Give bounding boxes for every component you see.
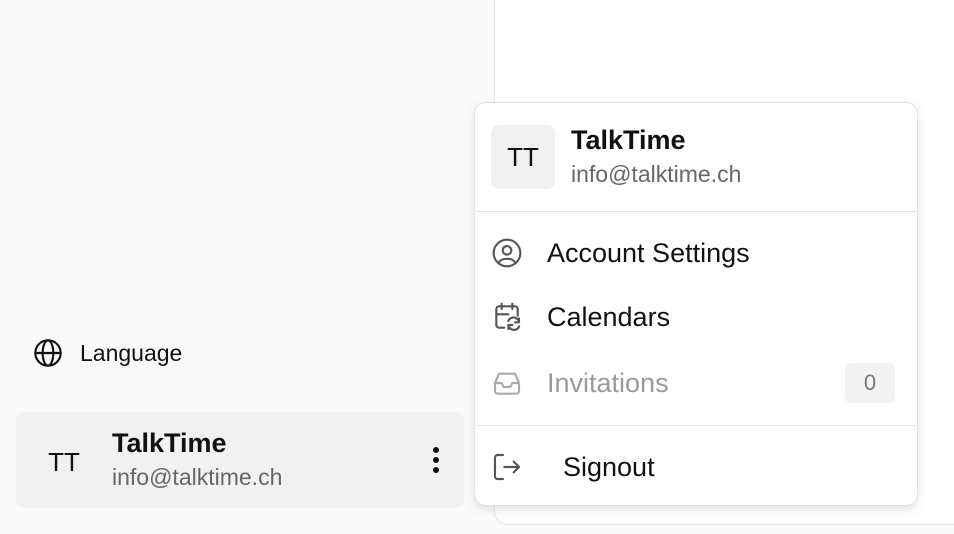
menu-avatar: TT xyxy=(491,125,555,189)
more-vertical-icon xyxy=(433,447,439,473)
user-circle-icon xyxy=(492,238,522,268)
sidebar: Language TT TalkTime info@talktime.ch xyxy=(0,0,494,534)
invitations-count-badge: 0 xyxy=(845,363,895,403)
account-menu: TT TalkTime info@talktime.ch Account Set… xyxy=(474,102,918,506)
menu-item-account-settings[interactable]: Account Settings xyxy=(491,229,903,277)
inbox-icon xyxy=(493,372,521,395)
menu-item-calendars[interactable]: Calendars xyxy=(491,293,903,341)
menu-divider xyxy=(475,425,917,426)
user-account-button[interactable]: TT TalkTime info@talktime.ch xyxy=(16,412,464,508)
signout-label: Signout xyxy=(563,451,655,482)
log-out-icon xyxy=(493,453,521,481)
menu-user-email: info@talktime.ch xyxy=(571,161,742,187)
language-label: Language xyxy=(80,339,183,366)
calendar-sync-icon xyxy=(495,302,521,331)
menu-user-name: TalkTime xyxy=(571,125,686,155)
menu-item-label: Calendars xyxy=(547,301,671,332)
user-email: info@talktime.ch xyxy=(112,464,283,490)
more-options-button[interactable] xyxy=(420,440,452,480)
menu-item-invitations: Invitations 0 xyxy=(491,359,903,407)
user-name: TalkTime xyxy=(112,428,227,458)
signout-button[interactable]: Signout xyxy=(491,443,903,491)
menu-item-label: Account Settings xyxy=(547,237,750,268)
language-selector[interactable]: Language xyxy=(32,336,182,370)
globe-icon xyxy=(34,339,62,367)
avatar: TT xyxy=(48,446,80,477)
menu-item-label: Invitations xyxy=(547,367,669,398)
menu-divider xyxy=(475,211,917,212)
